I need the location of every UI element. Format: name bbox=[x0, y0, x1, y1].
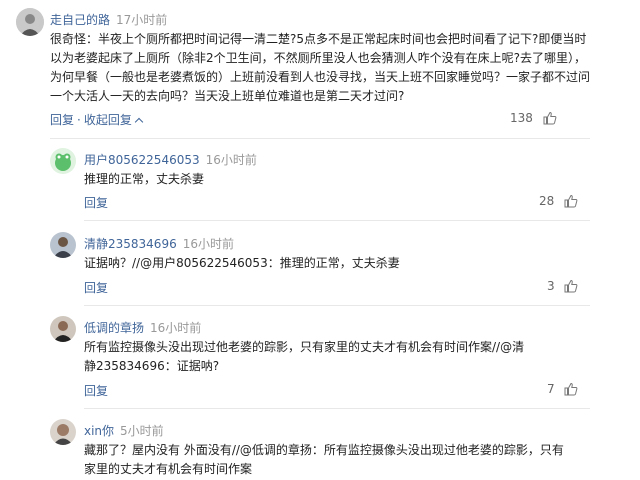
separator: · bbox=[77, 113, 81, 127]
thumbs-up-icon bbox=[564, 279, 578, 293]
comment-actions: 回复 · 收起回复 bbox=[50, 111, 144, 128]
reply-actions: 回复 bbox=[84, 279, 108, 296]
avatar[interactable] bbox=[50, 148, 76, 174]
reply-text: 藏那了？屋内没有 外面没有//@低调的章扬：所有监控摄像头没出现过他老婆的踪影，… bbox=[84, 443, 564, 476]
reply-time: 5小时前 bbox=[120, 424, 164, 438]
like-button[interactable]: 138 bbox=[510, 111, 557, 125]
reply-text: 证据呐？//@用户805622546053：推理的正常，丈夫杀妻 bbox=[84, 256, 400, 270]
reply-time: 16小时前 bbox=[150, 321, 202, 335]
reply-author[interactable]: xin你 5小时前 bbox=[84, 422, 164, 439]
chevron-up-icon bbox=[134, 117, 144, 127]
comment-time: 17小时前 bbox=[116, 13, 168, 27]
reply-button[interactable]: 回复 bbox=[84, 384, 108, 398]
reply-time: 16小时前 bbox=[182, 237, 234, 251]
collapse-replies-button[interactable]: 收起回复 bbox=[84, 113, 132, 127]
author-name[interactable]: 清静235834696 bbox=[84, 237, 177, 251]
author-name[interactable]: xin你 bbox=[84, 424, 114, 438]
thumbs-up-icon bbox=[543, 111, 557, 125]
reply-author[interactable]: 低调的章扬 16小时前 bbox=[84, 319, 201, 336]
divider bbox=[50, 138, 590, 139]
author-name[interactable]: 走自己的路 bbox=[50, 13, 110, 27]
like-count: 138 bbox=[510, 111, 533, 125]
thumbs-up-icon bbox=[564, 194, 578, 208]
like-count: 7 bbox=[547, 382, 555, 396]
reply-button[interactable]: 回复 bbox=[50, 113, 74, 127]
like-count: 28 bbox=[539, 194, 555, 208]
like-button[interactable]: 7 bbox=[547, 382, 578, 396]
reply-button[interactable]: 回复 bbox=[84, 281, 108, 295]
comment-author[interactable]: 走自己的路 17小时前 bbox=[50, 11, 167, 28]
reply-button[interactable]: 回复 bbox=[84, 196, 108, 210]
like-button[interactable]: 3 bbox=[547, 279, 578, 293]
reply-actions: 回复 bbox=[84, 382, 108, 399]
reply-text: 推理的正常，丈夫杀妻 bbox=[84, 172, 205, 186]
divider bbox=[84, 305, 590, 306]
like-button[interactable]: 28 bbox=[539, 194, 578, 208]
avatar[interactable] bbox=[16, 8, 44, 36]
reply-author[interactable]: 清静235834696 16小时前 bbox=[84, 235, 234, 252]
author-name[interactable]: 低调的章扬 bbox=[84, 321, 144, 335]
thumbs-up-icon bbox=[564, 382, 578, 396]
divider bbox=[84, 408, 590, 409]
avatar[interactable] bbox=[50, 232, 76, 258]
comment-text: 很奇怪：半夜上个厕所都把时间记得一清二楚?5点多不是正常起床时间也会把时间看了记… bbox=[50, 32, 591, 103]
author-name[interactable]: 用户805622546053 bbox=[84, 153, 200, 167]
reply-author[interactable]: 用户805622546053 16小时前 bbox=[84, 151, 257, 168]
reply-text: 所有监控摄像头没出现过他老婆的踪影，只有家里的丈夫才有机会有时间作案//@清静2… bbox=[84, 340, 525, 373]
like-count: 3 bbox=[547, 279, 555, 293]
reply-actions: 回复 bbox=[84, 194, 108, 211]
reply-time: 16小时前 bbox=[205, 153, 257, 167]
divider bbox=[84, 220, 590, 221]
avatar[interactable] bbox=[50, 419, 76, 445]
avatar[interactable] bbox=[50, 316, 76, 342]
